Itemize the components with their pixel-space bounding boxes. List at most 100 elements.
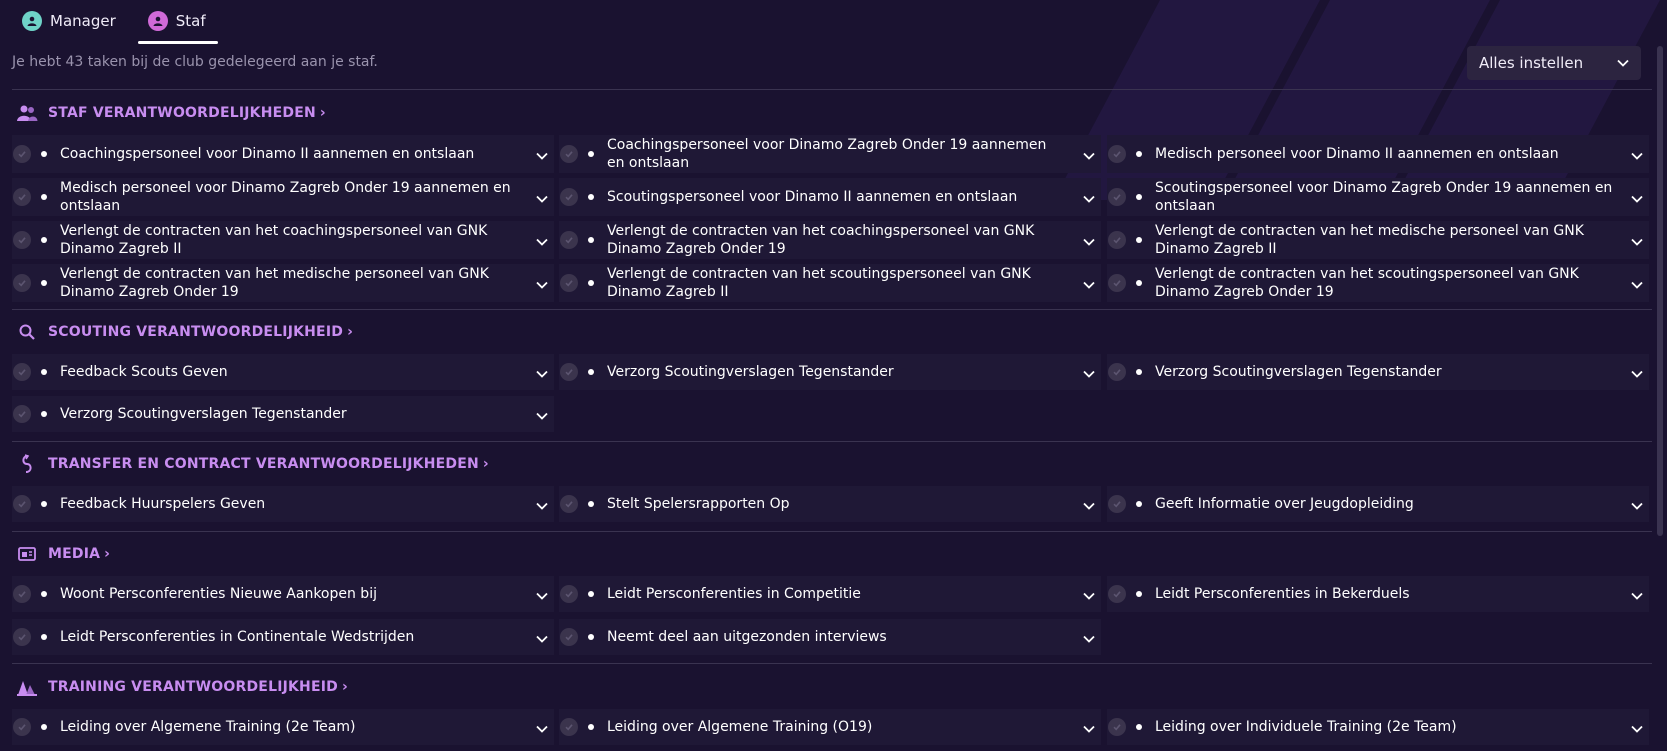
task-item[interactable]: Verlengt de contracten van het coachings… xyxy=(559,221,1101,259)
task-item[interactable]: Leiding over Algemene Training (O19) xyxy=(559,709,1101,745)
checkmark-icon[interactable] xyxy=(13,145,31,163)
section-header[interactable]: TRANSFER EN CONTRACT VERANTWOORDELIJKHED… xyxy=(16,454,489,474)
task-item[interactable]: Leidt Persconferenties in Bekerduels xyxy=(1107,576,1649,612)
task-item[interactable]: Leidt Persconferenties in Continentale W… xyxy=(12,619,554,655)
section-divider xyxy=(12,531,1652,532)
task-item[interactable]: Neemt deel aan uitgezonden interviews xyxy=(559,619,1101,655)
chevron-down-icon[interactable] xyxy=(536,274,548,293)
chevron-down-icon[interactable] xyxy=(1083,495,1095,514)
task-item[interactable]: Leidt Persconferenties in Competitie xyxy=(559,576,1101,612)
section-header[interactable]: SCOUTING VERANTWOORDELIJKHEID › xyxy=(16,322,353,342)
chevron-down-icon[interactable] xyxy=(1083,188,1095,207)
task-item[interactable]: Woont Persconferenties Nieuwe Aankopen b… xyxy=(12,576,554,612)
task-item[interactable]: Verlengt de contracten van het scoutings… xyxy=(559,264,1101,302)
chevron-down-icon[interactable] xyxy=(536,718,548,737)
checkmark-icon[interactable] xyxy=(13,585,31,603)
task-item[interactable]: Scoutingspersoneel voor Dinamo Zagreb On… xyxy=(1107,178,1649,216)
checkmark-icon[interactable] xyxy=(560,231,578,249)
checkmark-icon[interactable] xyxy=(13,718,31,736)
tab-staf[interactable]: Staf xyxy=(137,0,218,44)
task-item[interactable]: Coachingspersoneel voor Dinamo II aannem… xyxy=(12,135,554,173)
chevron-down-icon[interactable] xyxy=(1631,363,1643,382)
status-dot xyxy=(41,237,47,243)
checkmark-icon[interactable] xyxy=(1108,585,1126,603)
checkmark-icon[interactable] xyxy=(13,628,31,646)
scrollbar[interactable] xyxy=(1657,46,1663,536)
task-item[interactable]: Verzorg Scoutingverslagen Tegenstander xyxy=(559,354,1101,390)
task-item[interactable]: Verlengt de contracten van het medische … xyxy=(1107,221,1649,259)
checkmark-icon[interactable] xyxy=(13,405,31,423)
checkmark-icon[interactable] xyxy=(560,718,578,736)
status-dot xyxy=(1136,237,1142,243)
chevron-down-icon[interactable] xyxy=(536,495,548,514)
task-item[interactable]: Verlengt de contracten van het scoutings… xyxy=(1107,264,1649,302)
chevron-down-icon[interactable] xyxy=(1631,145,1643,164)
checkmark-icon[interactable] xyxy=(13,188,31,206)
task-item[interactable]: Coachingspersoneel voor Dinamo Zagreb On… xyxy=(559,135,1101,173)
set-all-dropdown[interactable]: Alles instellen xyxy=(1467,46,1641,80)
chevron-down-icon[interactable] xyxy=(1083,145,1095,164)
section-divider xyxy=(12,89,1652,90)
section-title: STAF VERANTWOORDELIJKHEDEN xyxy=(48,105,316,121)
task-item[interactable]: Verlengt de contracten van het coachings… xyxy=(12,221,554,259)
checkmark-icon[interactable] xyxy=(560,274,578,292)
task-item[interactable]: Verzorg Scoutingverslagen Tegenstander xyxy=(1107,354,1649,390)
task-label: Leidt Persconferenties in Competitie xyxy=(607,586,861,602)
task-item[interactable]: Leiding over Algemene Training (2e Team) xyxy=(12,709,554,745)
chevron-down-icon[interactable] xyxy=(536,145,548,164)
checkmark-icon[interactable] xyxy=(560,363,578,381)
chevron-down-icon[interactable] xyxy=(1631,188,1643,207)
chevron-down-icon[interactable] xyxy=(536,363,548,382)
checkmark-icon[interactable] xyxy=(560,628,578,646)
chevron-down-icon[interactable] xyxy=(1631,495,1643,514)
checkmark-icon[interactable] xyxy=(1108,495,1126,513)
checkmark-icon[interactable] xyxy=(13,495,31,513)
chevron-down-icon[interactable] xyxy=(536,405,548,424)
task-item[interactable]: Feedback Scouts Geven xyxy=(12,354,554,390)
checkmark-icon[interactable] xyxy=(13,363,31,381)
status-dot xyxy=(41,501,47,507)
chevron-down-icon[interactable] xyxy=(1631,274,1643,293)
checkmark-icon[interactable] xyxy=(560,188,578,206)
section-header[interactable]: STAF VERANTWOORDELIJKHEDEN › xyxy=(16,103,326,123)
checkmark-icon[interactable] xyxy=(13,231,31,249)
task-item[interactable]: Geeft Informatie over Jeugdopleiding xyxy=(1107,486,1649,522)
checkmark-icon[interactable] xyxy=(1108,718,1126,736)
checkmark-icon[interactable] xyxy=(1108,188,1126,206)
checkmark-icon[interactable] xyxy=(13,274,31,292)
chevron-down-icon[interactable] xyxy=(536,585,548,604)
checkmark-icon[interactable] xyxy=(1108,363,1126,381)
task-item[interactable]: Medisch personeel voor Dinamo Zagreb Ond… xyxy=(12,178,554,216)
task-item[interactable]: Scoutingspersoneel voor Dinamo II aannem… xyxy=(559,178,1101,216)
task-item[interactable]: Stelt Spelersrapporten Op xyxy=(559,486,1101,522)
chevron-down-icon[interactable] xyxy=(1083,585,1095,604)
chevron-down-icon[interactable] xyxy=(1083,231,1095,250)
checkmark-icon[interactable] xyxy=(1108,274,1126,292)
chevron-down-icon[interactable] xyxy=(536,188,548,207)
manager-person-icon xyxy=(22,11,42,31)
status-dot xyxy=(41,724,47,730)
chevron-down-icon[interactable] xyxy=(536,231,548,250)
chevron-down-icon[interactable] xyxy=(536,628,548,647)
tab-manager[interactable]: Manager xyxy=(12,0,128,42)
task-item[interactable]: Verlengt de contracten van het medische … xyxy=(12,264,554,302)
task-item[interactable]: Leiding over Individuele Training (2e Te… xyxy=(1107,709,1649,745)
chevron-down-icon[interactable] xyxy=(1083,718,1095,737)
chevron-down-icon[interactable] xyxy=(1631,718,1643,737)
section-header[interactable]: MEDIA › xyxy=(16,544,110,564)
checkmark-icon[interactable] xyxy=(560,495,578,513)
checkmark-icon[interactable] xyxy=(1108,231,1126,249)
checkmark-icon[interactable] xyxy=(560,145,578,163)
checkmark-icon[interactable] xyxy=(1108,145,1126,163)
section-header[interactable]: TRAINING VERANTWOORDELIJKHEID › xyxy=(16,677,348,697)
chevron-down-icon[interactable] xyxy=(1083,363,1095,382)
task-item[interactable]: Feedback Huurspelers Geven xyxy=(12,486,554,522)
chevron-down-icon[interactable] xyxy=(1631,585,1643,604)
checkmark-icon[interactable] xyxy=(560,585,578,603)
chevron-down-icon[interactable] xyxy=(1083,628,1095,647)
chevron-down-icon[interactable] xyxy=(1083,274,1095,293)
chevron-right-icon: › xyxy=(347,324,354,340)
task-item[interactable]: Medisch personeel voor Dinamo II aanneme… xyxy=(1107,135,1649,173)
task-item[interactable]: Verzorg Scoutingverslagen Tegenstander xyxy=(12,396,554,432)
chevron-down-icon[interactable] xyxy=(1631,231,1643,250)
